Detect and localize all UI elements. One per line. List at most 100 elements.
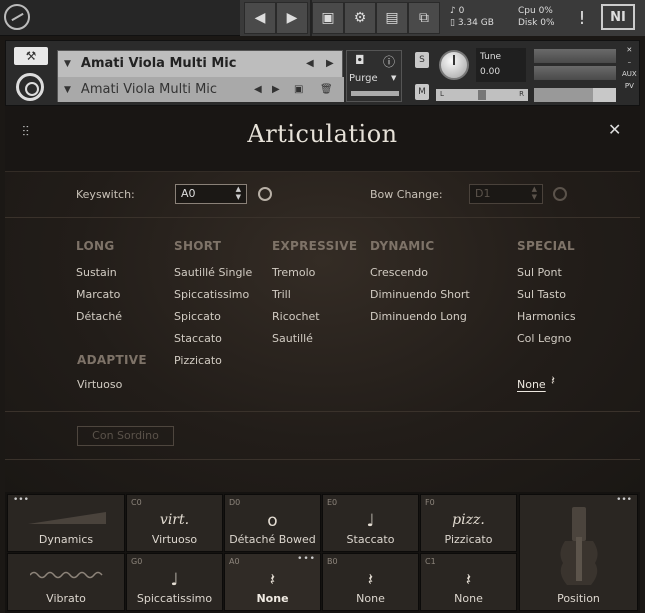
disk-value: 0% xyxy=(540,18,555,28)
keyswitch-label: Keyswitch: xyxy=(76,188,135,201)
instrument-header: ⚒ ▼ Amati Viola Multi Mic ◀ ▶ ▼ Amati Vi… xyxy=(5,40,640,106)
dynamics-slot[interactable]: ••• Dynamics xyxy=(7,494,125,552)
bow-change-spinner-icon[interactable]: ▲ ▼ xyxy=(532,185,537,201)
articulation-col-legno[interactable]: Col Legno xyxy=(517,332,571,345)
volume-slider[interactable] xyxy=(534,88,616,102)
quarter-note-icon: ♩ xyxy=(366,511,375,531)
dropdown-arrow-icon[interactable]: ▼ xyxy=(64,59,71,69)
keyswitch-learn-icon[interactable] xyxy=(258,187,272,201)
articulation-detache[interactable]: Détaché xyxy=(76,310,122,323)
slot-c1[interactable]: C1 𝄽 None xyxy=(420,553,517,611)
articulation-spiccato[interactable]: Spiccato xyxy=(174,310,221,323)
pv-button[interactable]: PV xyxy=(622,80,637,92)
slot-c0[interactable]: C0 virt. Virtuoso xyxy=(126,494,223,552)
delete-snapshot-icon[interactable]: 🗑 xyxy=(320,84,333,95)
con-sordino-button[interactable]: Con Sordino xyxy=(77,426,174,446)
tune-value[interactable]: 0.00 xyxy=(480,65,522,80)
articulation-none-selected[interactable]: None xyxy=(517,378,546,391)
slot-label: Virtuoso xyxy=(151,533,198,546)
divider-footer xyxy=(5,459,640,460)
vibrato-slot[interactable]: Vibrato xyxy=(7,553,125,611)
slot-note: F0 xyxy=(425,498,435,507)
layout-icon[interactable]: ▤ xyxy=(376,2,408,34)
aux-button[interactable]: AUX xyxy=(622,68,637,80)
articulation-marcato[interactable]: Marcato xyxy=(76,288,120,301)
articulation-sustain[interactable]: Sustain xyxy=(76,266,117,279)
articulation-crescendo[interactable]: Crescendo xyxy=(370,266,428,279)
next-snapshot-icon[interactable]: ▶ xyxy=(272,84,280,95)
articulation-diminuendo-short[interactable]: Diminuendo Short xyxy=(370,288,470,301)
column-heading-dynamic: DYNAMIC xyxy=(370,239,435,253)
slot-menu-icon[interactable]: ••• xyxy=(297,554,316,564)
slot-d0[interactable]: D0 o Détaché Bowed xyxy=(224,494,321,552)
slot-a0-active[interactable]: A0 ••• 𝄽 None xyxy=(224,553,321,611)
bow-change-learn-icon[interactable] xyxy=(553,187,567,201)
purge-dropdown-icon[interactable]: ▼ xyxy=(391,74,396,82)
kontakt-logo-icon[interactable] xyxy=(4,4,30,30)
slot-note: A0 xyxy=(229,557,240,566)
bow-change-label: Bow Change: xyxy=(370,188,443,201)
slot-b0[interactable]: B0 𝄽 None xyxy=(322,553,419,611)
articulation-virtuoso[interactable]: Virtuoso xyxy=(77,378,122,391)
virtuoso-glyph-icon: virt. xyxy=(159,512,190,528)
purge-menu[interactable]: Purge xyxy=(349,73,378,84)
next-arrow-icon[interactable]: ▶ xyxy=(276,2,308,34)
minimize-instrument-icon[interactable]: – xyxy=(622,56,637,68)
slot-e0[interactable]: E0 ♩ Staccato xyxy=(322,494,419,552)
keyswitch-select[interactable]: A0 ▲ ▼ xyxy=(175,184,247,204)
articulation-trill[interactable]: Trill xyxy=(272,288,291,301)
save-icon[interactable]: ▣ xyxy=(312,2,344,34)
slot-g0[interactable]: G0 ♩ Spiccatissimo xyxy=(126,553,223,611)
articulation-diminuendo-long[interactable]: Diminuendo Long xyxy=(370,310,467,323)
instrument-name-row[interactable]: ▼ Amati Viola Multi Mic ◀ ▶ xyxy=(58,51,344,76)
snapshot-row[interactable]: ▼ Amati Viola Multi Mic ◀ ▶ ▣ 🗑 xyxy=(58,77,344,102)
dynamics-menu-icon[interactable]: ••• xyxy=(13,495,29,505)
keyswitch-spinner-icon[interactable]: ▲ ▼ xyxy=(236,185,241,201)
save-snapshot-icon[interactable]: ▣ xyxy=(294,84,303,95)
divider-top xyxy=(5,217,640,218)
rest-icon: 𝄽 xyxy=(269,570,276,590)
quarter-note-icon: ♩ xyxy=(170,570,179,590)
articulation-sul-pont[interactable]: Sul Pont xyxy=(517,266,562,279)
articulation-sautille[interactable]: Sautillé xyxy=(272,332,313,345)
wrench-icon[interactable]: ⚒ xyxy=(14,47,48,65)
slot-label: Pizzicato xyxy=(444,533,493,546)
articulation-staccato[interactable]: Staccato xyxy=(174,332,222,345)
prev-arrow-icon[interactable]: ◀ xyxy=(244,2,276,34)
close-icon[interactable]: ✕ xyxy=(608,120,621,139)
pan-slider[interactable]: L R xyxy=(436,89,528,101)
alert-icon[interactable]: ! xyxy=(566,2,598,34)
prev-instrument-icon[interactable]: ◀ xyxy=(306,58,314,69)
snapshot-dropdown-icon[interactable]: ▼ xyxy=(64,85,71,95)
pan-handle[interactable] xyxy=(478,90,486,100)
close-instrument-icon[interactable]: ✕ xyxy=(622,44,637,56)
articulation-sul-tasto[interactable]: Sul Tasto xyxy=(517,288,566,301)
prev-snapshot-icon[interactable]: ◀ xyxy=(254,84,262,95)
articulation-harmonics[interactable]: Harmonics xyxy=(517,310,576,323)
position-menu-icon[interactable]: ••• xyxy=(616,495,632,505)
articulation-sautille-single[interactable]: Sautillé Single xyxy=(174,266,252,279)
slot-f0[interactable]: F0 pizz. Pizzicato xyxy=(420,494,517,552)
slot-note: D0 xyxy=(229,498,241,507)
position-slot[interactable]: ••• Position xyxy=(519,494,638,611)
solo-button[interactable]: S xyxy=(415,52,429,68)
articulation-spiccatissimo[interactable]: Spiccatissimo xyxy=(174,288,249,301)
next-instrument-icon[interactable]: ▶ xyxy=(326,58,334,69)
articulation-pizzicato[interactable]: Pizzicato xyxy=(174,354,222,367)
slot-note: E0 xyxy=(327,498,338,507)
camera-icon[interactable]: ◘ xyxy=(355,53,365,67)
gear-icon[interactable]: ⚙ xyxy=(344,2,376,34)
bow-change-select[interactable]: D1 ▲ ▼ xyxy=(469,184,543,204)
instrument-name-box: ▼ Amati Viola Multi Mic ◀ ▶ ▼ Amati Viol… xyxy=(57,50,344,102)
position-label: Position xyxy=(557,592,600,605)
tune-knob[interactable] xyxy=(439,50,469,80)
info-icon[interactable]: ⓘ xyxy=(383,53,395,70)
articulation-ricochet[interactable]: Ricochet xyxy=(272,310,320,323)
whole-note-icon: o xyxy=(267,511,278,531)
slot-label: None xyxy=(356,592,385,605)
toolbar-strip: ◀ ▶ ▣ ⚙ ▤ ⧉ ♪ 0 ▯ 3.34 GB Cpu 0% Disk 0%… xyxy=(240,0,645,36)
articulation-tremolo[interactable]: Tremolo xyxy=(272,266,315,279)
ni-logo[interactable]: NI xyxy=(601,4,635,30)
mute-button[interactable]: M xyxy=(415,84,429,100)
resize-icon[interactable]: ⧉ xyxy=(408,2,440,34)
